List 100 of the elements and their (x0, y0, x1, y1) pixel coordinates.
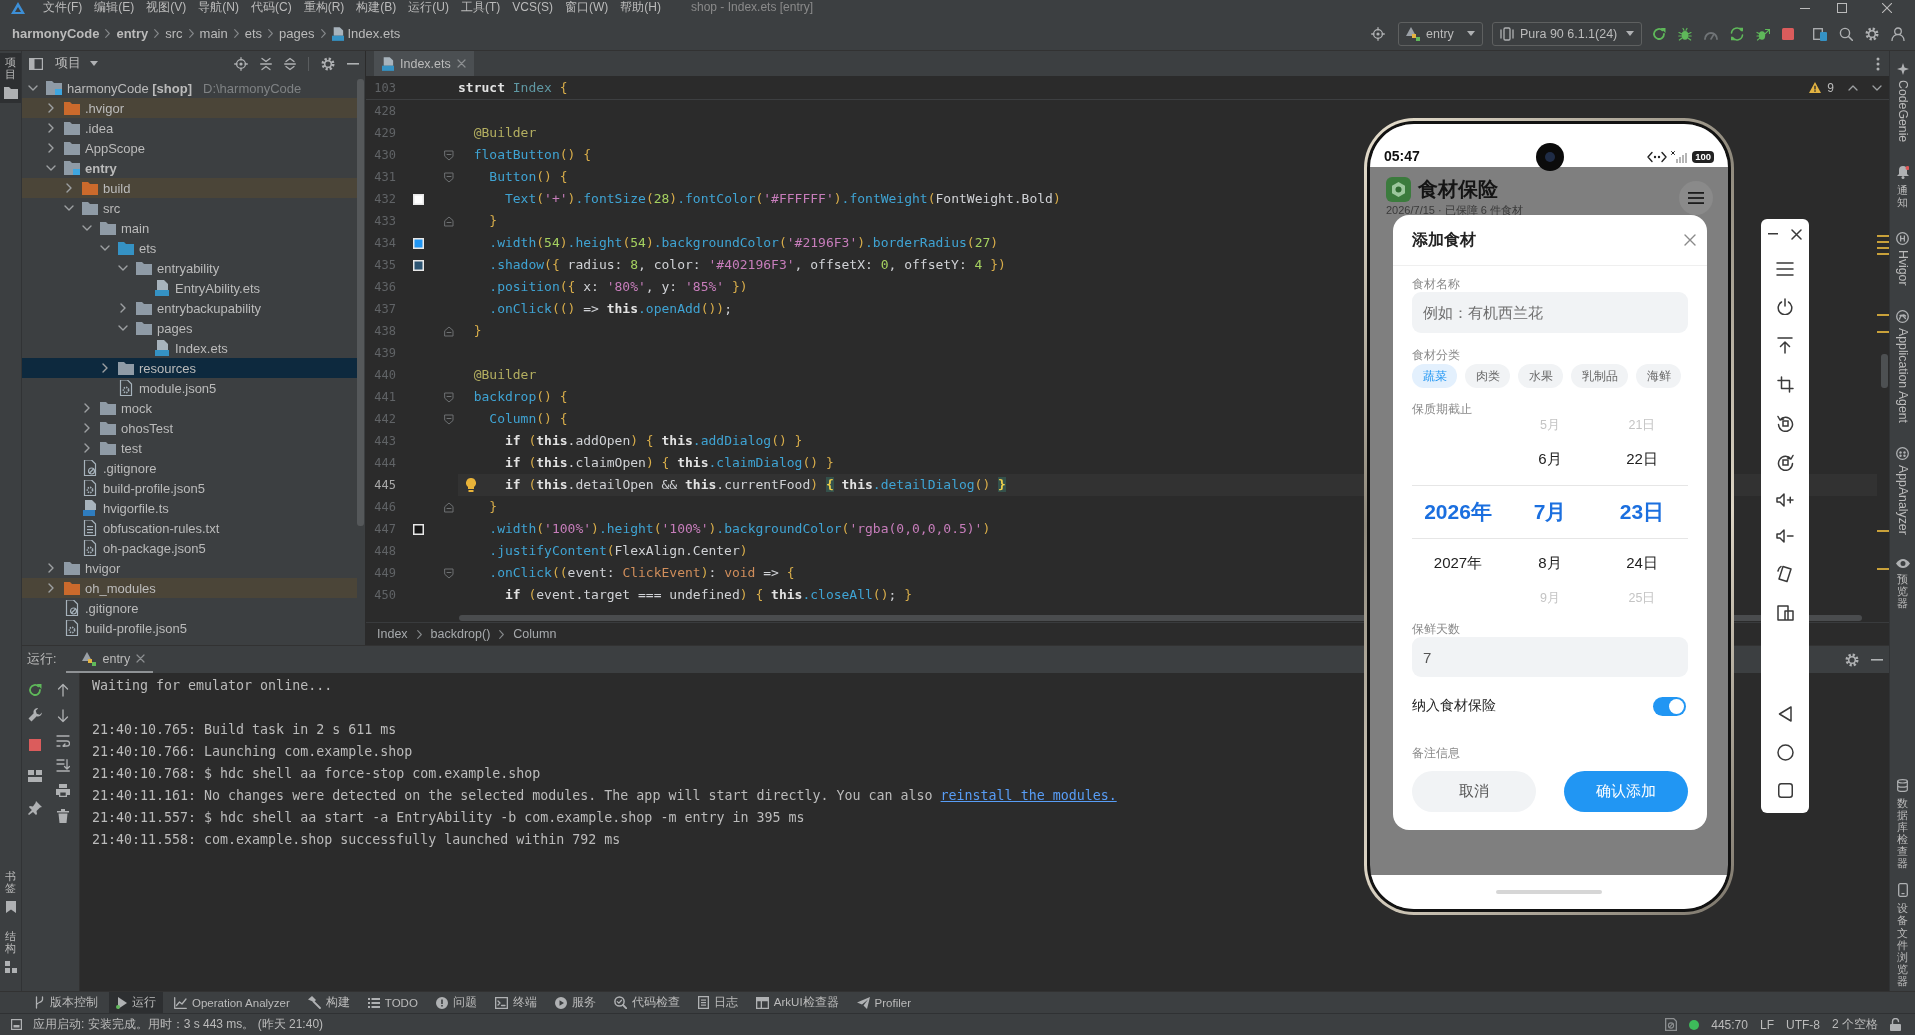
breadcrumb-item[interactable]: src (165, 26, 183, 41)
tree-item[interactable]: .hvigor (22, 98, 357, 118)
tool-window-button[interactable]: Operation Analyzer (167, 992, 297, 1013)
device-manager-icon[interactable] (1813, 26, 1827, 41)
menu-item[interactable]: 代码(C) (251, 0, 292, 14)
settings-icon[interactable] (1865, 26, 1879, 41)
picker-item[interactable]: 7月 (1533, 498, 1567, 526)
tree-item[interactable]: mock (22, 398, 357, 418)
run-config-dropdown[interactable]: entry (1398, 21, 1483, 46)
confirm-button[interactable]: 确认添加 (1564, 771, 1688, 812)
tree-item[interactable]: ets (22, 238, 357, 258)
menu-button[interactable] (1679, 181, 1713, 215)
breadcrumb-item[interactable]: Column (513, 627, 557, 641)
warning-count[interactable]: 9 (1827, 80, 1834, 95)
fold-marker-icon[interactable] (444, 325, 454, 337)
tree-item[interactable]: pages (22, 318, 357, 338)
device-dropdown[interactable]: Pura 90 6.1.1(24) (1492, 21, 1642, 46)
chevron-down-icon[interactable] (64, 205, 74, 211)
picker-item[interactable]: 2027年 (1433, 553, 1483, 573)
warning-icon[interactable] (1809, 82, 1822, 93)
rotate-left-icon[interactable] (1776, 415, 1794, 432)
toggle-switch[interactable] (1653, 696, 1686, 716)
editor-tab[interactable]: Index.ets (374, 51, 474, 76)
tool-window-button[interactable]: 预览器 (1890, 558, 1915, 609)
tree-item[interactable]: oh-package.json5 (22, 538, 357, 558)
chevron-down-icon[interactable] (118, 265, 128, 271)
more-icon[interactable] (1876, 57, 1880, 71)
tool-window-button[interactable]: Profiler (849, 992, 918, 1013)
tool-window-button[interactable]: 数据库检查器 (1890, 778, 1915, 870)
tool-window-button[interactable]: 设备文件浏览器 (1890, 883, 1915, 987)
chevron-right-icon[interactable] (102, 363, 108, 373)
chevron-right-icon[interactable] (120, 303, 126, 313)
tool-window-button[interactable]: 书签 (0, 866, 21, 917)
chevron-right-icon[interactable] (84, 423, 90, 433)
arrow-up-icon[interactable] (57, 683, 69, 697)
chevron-right-icon[interactable] (48, 583, 54, 593)
next-icon[interactable] (1872, 84, 1882, 91)
chevron-right-icon[interactable] (48, 123, 54, 133)
file-encoding[interactable]: UTF-8 (1786, 1017, 1820, 1032)
tree-item[interactable]: module.json5 (22, 378, 357, 398)
tree-item[interactable]: hvigorfile.ts (22, 498, 357, 518)
locate-icon[interactable] (234, 56, 248, 71)
breadcrumb-item[interactable]: entry (116, 26, 149, 41)
project-view-dropdown[interactable]: 项目 (27, 55, 100, 72)
tree-item[interactable]: resources (22, 358, 357, 378)
menu-item[interactable]: 重构(R) (303, 0, 345, 14)
chevron-right-icon[interactable] (48, 103, 54, 113)
fold-marker-icon[interactable] (444, 501, 454, 513)
tool-window-button[interactable]: TODO (360, 992, 425, 1013)
panel-toggle-icon[interactable] (11, 1019, 22, 1030)
volume-down-icon[interactable] (1776, 529, 1794, 543)
tree-item[interactable]: .idea (22, 118, 357, 138)
chevron-down-icon[interactable] (46, 165, 56, 171)
tree-item[interactable]: AppScope (22, 138, 357, 158)
previous-icon[interactable] (1848, 84, 1858, 91)
tool-window-button[interactable]: 代码检查 (606, 992, 687, 1013)
tree-item[interactable]: Index.ets (22, 338, 357, 358)
line-ending[interactable]: LF (1759, 1017, 1774, 1032)
menu-item[interactable]: 运行(U) (408, 0, 449, 14)
tree-item[interactable]: build-profile.json5 (22, 618, 357, 638)
picker-item[interactable]: 24日 (1626, 553, 1658, 573)
chevron-right-icon[interactable] (84, 403, 90, 413)
multi-screen-icon[interactable] (1776, 605, 1794, 621)
close-icon[interactable] (1791, 228, 1802, 240)
tree-item[interactable]: build-profile.json5 (22, 478, 357, 498)
caret-position[interactable]: 445:70 (1711, 1017, 1748, 1032)
tool-window-button[interactable]: 终端 (487, 992, 544, 1013)
tool-window-button[interactable]: ArkUI检查器 (748, 992, 846, 1013)
fold-marker-icon[interactable] (444, 567, 454, 579)
breadcrumb-item[interactable]: harmonyCode (12, 26, 100, 41)
menu-item[interactable]: 文件(F) (43, 0, 83, 14)
pin-icon[interactable] (27, 801, 42, 815)
breadcrumb-item[interactable]: main (199, 26, 228, 41)
reinstall-link[interactable]: reinstall the modules. (940, 788, 1117, 803)
menu-item[interactable]: 视图(V) (146, 0, 187, 14)
picker-item[interactable]: 22日 (1626, 449, 1658, 469)
rerun-icon[interactable] (1652, 26, 1666, 41)
menu-item[interactable]: 工具(T) (461, 0, 501, 14)
tree-item[interactable]: oh_modules (22, 578, 357, 598)
soft-wrap-icon[interactable] (56, 735, 70, 747)
chevron-right-icon[interactable] (48, 143, 54, 153)
print-icon[interactable] (56, 784, 70, 797)
bug-arrow-icon[interactable] (1756, 26, 1770, 41)
tool-window-button[interactable]: 构建 (300, 992, 357, 1013)
expand-all-icon[interactable] (260, 56, 272, 71)
menu-icon[interactable] (1776, 262, 1794, 276)
tool-window-button[interactable]: 运行 (109, 992, 163, 1013)
maximize-icon[interactable] (1837, 3, 1847, 13)
settings-icon[interactable] (1845, 652, 1859, 667)
breadcrumb-item[interactable]: pages (279, 26, 315, 41)
recents-icon[interactable] (1777, 783, 1793, 798)
layout-icon[interactable] (27, 770, 42, 782)
tree-item[interactable]: entryability (22, 258, 357, 278)
tree-item[interactable]: hvigor (22, 558, 357, 578)
close-icon[interactable] (1882, 3, 1892, 13)
tool-window-button[interactable]: 服务 (547, 992, 603, 1013)
menu-item[interactable]: VCS(S) (512, 0, 553, 14)
tree-item[interactable]: .gitignore (22, 458, 357, 478)
category-chip[interactable]: 水果 (1518, 364, 1563, 388)
category-chip[interactable]: 肉类 (1465, 364, 1510, 388)
